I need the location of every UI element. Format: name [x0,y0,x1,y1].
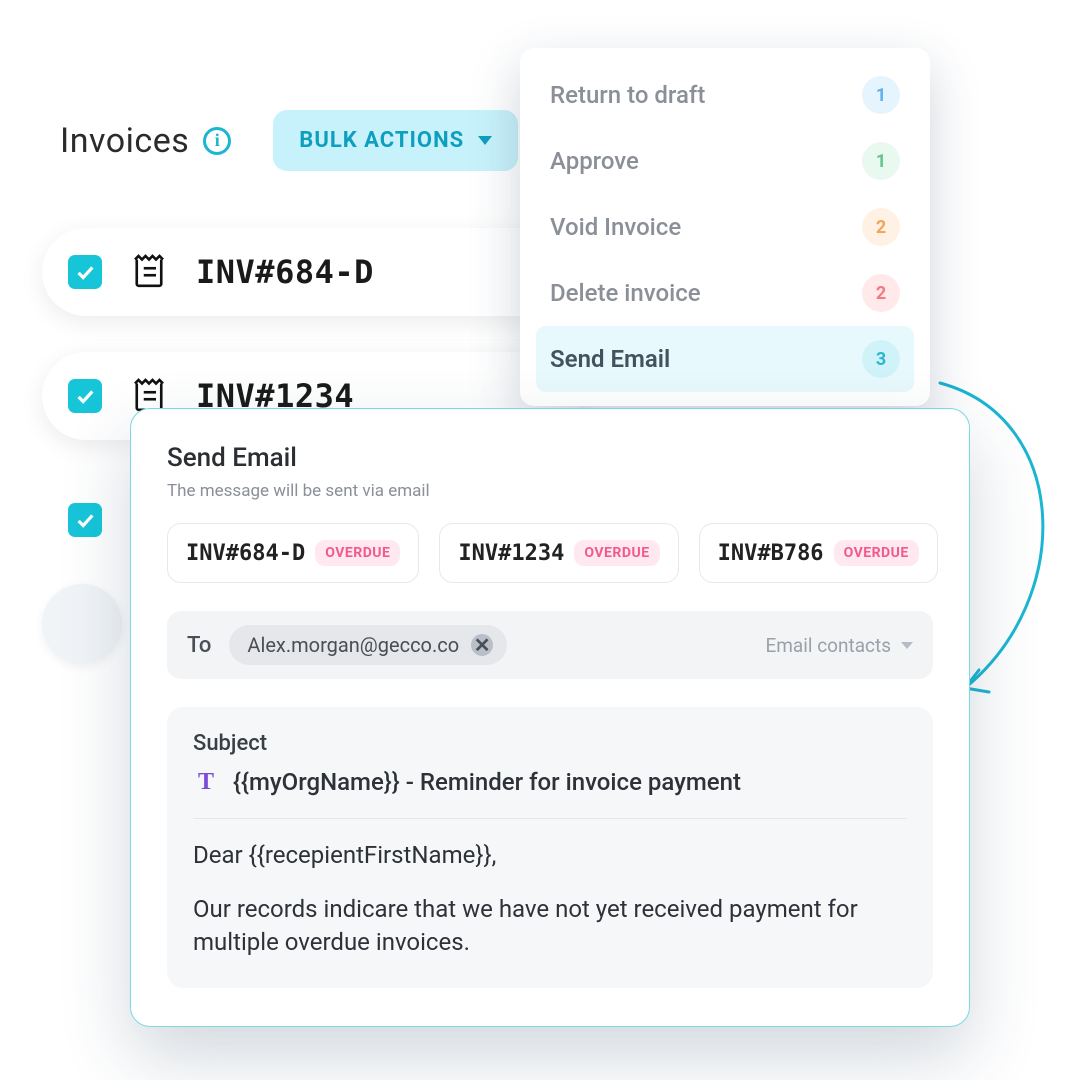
menu-item-approve[interactable]: Approve 1 [536,128,914,194]
menu-item-label: Approve [550,147,639,175]
recipient-pill: Alex.morgan@gecco.co ✕ [229,625,507,665]
menu-item-badge: 2 [862,274,900,312]
to-field[interactable]: To Alex.morgan@gecco.co ✕ Email contacts [167,611,933,679]
modal-title: Send Email [167,443,933,473]
menu-item-return-to-draft[interactable]: Return to draft 1 [536,62,914,128]
invoice-chip[interactable]: INV#684-D OVERDUE [167,523,419,583]
menu-item-label: Delete invoice [550,279,701,307]
email-body-editor[interactable]: Dear {{recepientFirstName}}, Our records… [193,839,907,958]
chevron-down-icon [478,136,492,145]
invoice-chip[interactable]: INV#1234 OVERDUE [439,523,678,583]
email-contacts-dropdown[interactable]: Email contacts [765,634,913,657]
menu-item-label: Send Email [550,345,670,373]
invoice-row[interactable]: INV#684-D [42,228,582,316]
invoice-number: INV#684-D [196,253,374,291]
invoice-chip-row: INV#684-D OVERDUE INV#1234 OVERDUE INV#B… [167,523,933,583]
info-icon[interactable]: i [203,127,231,155]
bulk-actions-button[interactable]: BULK ACTIONS [273,110,518,171]
email-body-line: Dear {{recepientFirstName}}, [193,839,907,871]
menu-item-send-email[interactable]: Send Email 3 [536,326,914,392]
menu-item-badge: 2 [862,208,900,246]
bulk-actions-menu: Return to draft 1 Approve 1 Void Invoice… [520,48,930,406]
menu-item-label: Void Invoice [550,213,681,241]
email-body-line: Our records indicare that we have not ye… [193,893,907,958]
status-badge-overdue: OVERDUE [574,540,659,566]
recipient-email: Alex.morgan@gecco.co [247,633,459,657]
email-body-box: Subject T {{myOrgName}} - Reminder for i… [167,707,933,988]
invoice-chip-id: INV#684-D [186,541,305,566]
invoice-row-placeholder [42,584,122,664]
chevron-down-icon [901,642,913,649]
subject-value: {{myOrgName}} - Reminder for invoice pay… [233,768,741,796]
menu-item-delete[interactable]: Delete invoice 2 [536,260,914,326]
menu-item-badge: 1 [862,76,900,114]
invoice-icon [128,249,170,295]
email-contacts-label: Email contacts [765,634,891,657]
status-badge-overdue: OVERDUE [834,540,919,566]
page-header: Invoices i BULK ACTIONS [60,110,518,171]
invoice-chip-id: INV#1234 [458,541,564,566]
menu-item-label: Return to draft [550,81,705,109]
invoice-row[interactable] [42,476,122,564]
checkbox-checked-icon[interactable] [68,503,102,537]
subject-input[interactable]: T {{myOrgName}} - Reminder for invoice p… [193,768,907,796]
invoice-chip-id: INV#B786 [718,541,824,566]
to-label: To [187,633,211,658]
remove-recipient-icon[interactable]: ✕ [471,634,493,656]
send-email-modal: Send Email The message will be sent via … [130,408,970,1027]
status-badge-overdue: OVERDUE [315,540,400,566]
page-title: Invoices [60,121,189,161]
divider [193,818,907,819]
menu-item-badge: 3 [862,340,900,378]
checkbox-checked-icon[interactable] [68,379,102,413]
checkbox-checked-icon[interactable] [68,255,102,289]
menu-item-void[interactable]: Void Invoice 2 [536,194,914,260]
bulk-actions-label: BULK ACTIONS [299,128,464,153]
modal-subtitle: The message will be sent via email [167,481,933,501]
menu-item-badge: 1 [862,142,900,180]
subject-label: Subject [193,731,907,756]
text-tool-icon[interactable]: T [193,769,219,795]
invoice-chip[interactable]: INV#B786 OVERDUE [699,523,938,583]
